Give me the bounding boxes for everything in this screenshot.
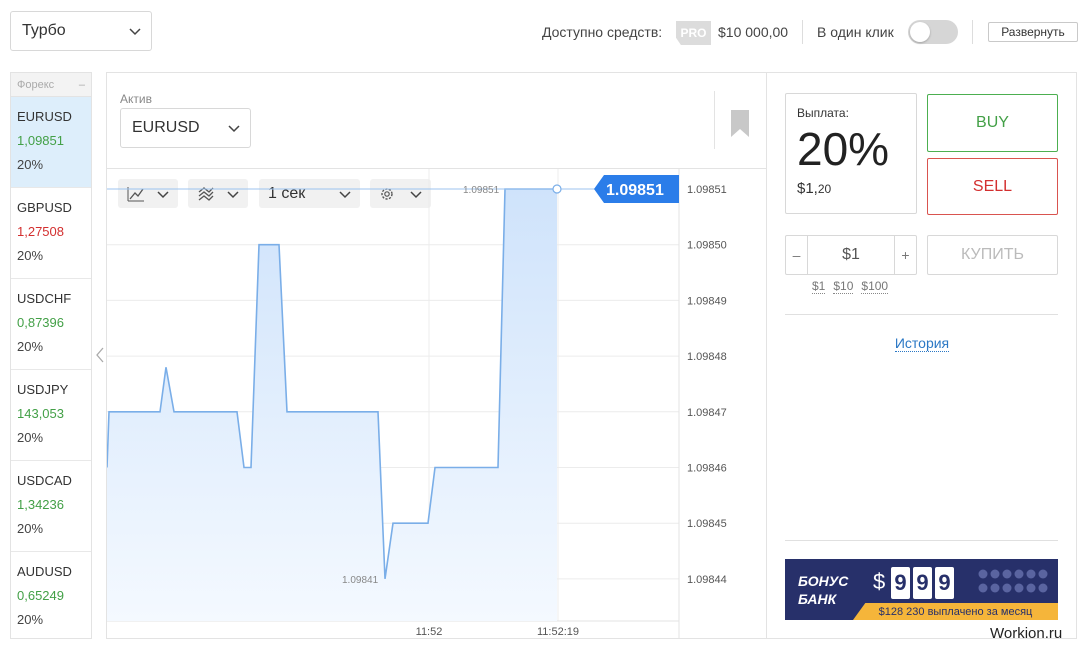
asset-price: 1,34236 [17, 497, 64, 512]
payout-amount-main: $1, [797, 180, 818, 197]
sell-button[interactable]: SELL [927, 158, 1058, 215]
asset-item-gbpusd[interactable]: GBPUSD 1,27508 20% [11, 188, 91, 279]
asset-price: 1,27508 [17, 224, 64, 239]
payout-amount: $1,20 [797, 180, 916, 197]
buy-button[interactable]: BUY [927, 94, 1058, 152]
pro-badge[interactable]: PRO [676, 21, 711, 45]
asset-price: 143,053 [17, 406, 64, 421]
asset-item-audusd[interactable]: AUDUSD 0,65249 20% [11, 552, 91, 638]
divider [785, 540, 1058, 541]
asset-price: 1,09851 [17, 133, 64, 148]
y-tick-label: 1.09846 [687, 463, 727, 475]
history-link[interactable]: История [767, 335, 1077, 352]
chevron-down-icon [228, 125, 240, 133]
quick-amount-10[interactable]: $10 [833, 279, 854, 294]
asset-payout: 20% [17, 339, 44, 354]
purchase-button[interactable]: КУПИТЬ [927, 235, 1058, 275]
bonus-title-line1: БОНУС [798, 573, 849, 589]
quick-amounts: $1 $10 $100 [812, 279, 889, 294]
asset-payout: 20% [17, 521, 44, 536]
y-tick-label: 1.09849 [687, 295, 727, 307]
payout-label: Выплата: [797, 106, 849, 120]
divider [802, 20, 803, 44]
asset-select-value: EURUSD [132, 119, 200, 136]
asset-list: Форекс – EURUSD 1,09851 20% GBPUSD 1,27508 20… [10, 72, 92, 639]
chart-panel: Актив EURUSD 1 сек 1.09851 1.09850 1.09849… [106, 72, 768, 639]
trade-panel: Выплата: 20% $1,20 BUY SELL – $1 + КУПИТ… [767, 72, 1077, 639]
funds-label: Доступно средств: [542, 24, 663, 40]
x-tick-label: 11:52:19 [537, 626, 579, 638]
stars-decoration-icon [978, 569, 1048, 593]
x-tick-label: 11:52 [416, 626, 443, 638]
divider [714, 91, 715, 149]
funds-value: $10 000,00 [718, 24, 789, 40]
decrease-button[interactable]: – [786, 236, 807, 274]
toggle-knob [910, 22, 930, 42]
asset-price: 0,87396 [17, 315, 64, 330]
watermark: Workion.ru [990, 625, 1063, 642]
asset-name: AUDUSD [17, 564, 72, 579]
y-tick-label: 1.09844 [687, 574, 727, 586]
mode-select[interactable]: Турбо [10, 11, 152, 51]
bonus-payout-strip: $128 230 выплачено за месяц [853, 603, 1058, 620]
asset-name: USDCHF [17, 291, 72, 306]
asset-name: USDJPY [17, 382, 69, 397]
payout-amount-cents: 20 [817, 182, 832, 196]
y-tick-label: 1.09845 [687, 518, 727, 530]
one-click-toggle[interactable] [908, 20, 958, 44]
payout-percent: 20% [797, 123, 890, 175]
mode-select-value: Турбо [22, 22, 66, 39]
amount-stepper: – $1 + [785, 235, 917, 275]
asset-item-usdjpy[interactable]: USDJPY 143,053 20% [11, 370, 91, 461]
bookmark-icon[interactable] [731, 110, 749, 137]
bonus-bank-banner[interactable]: БОНУС БАНК $ 9 9 9 $128 230 выплачено за… [785, 559, 1058, 620]
bonus-digit: 9 [935, 567, 954, 599]
y-tick-label: 1.09848 [687, 351, 727, 363]
asset-payout: 20% [17, 248, 44, 263]
payout-box: Выплата: 20% $1,20 [785, 93, 917, 214]
chevron-down-icon [129, 28, 141, 36]
asset-payout: 20% [17, 430, 44, 445]
asset-item-usdchf[interactable]: USDCHF 0,87396 20% [11, 279, 91, 370]
bonus-digit: 9 [891, 567, 910, 599]
asset-price: 0,65249 [17, 588, 64, 603]
price-area [107, 189, 557, 621]
y-tick-label: 1.09850 [687, 240, 727, 252]
asset-payout: 20% [17, 157, 44, 172]
high-label: 1.09851 [463, 185, 500, 196]
asset-name: EURUSD [17, 109, 72, 124]
low-label: 1.09841 [342, 575, 379, 586]
amount-input[interactable]: $1 [807, 236, 895, 274]
price-chart[interactable]: 1.09851 1.09850 1.09849 1.09848 1.09847 1.098… [107, 169, 766, 639]
current-price-dot [552, 184, 562, 194]
increase-button[interactable]: + [895, 236, 916, 274]
bonus-dollar: $ [873, 569, 886, 594]
y-tick-label: 1.09851 [687, 184, 727, 196]
asset-item-eurusd[interactable]: EURUSD 1,09851 20% [11, 97, 91, 188]
collapse-icon[interactable]: – [79, 79, 85, 91]
bonus-title-line2: БАНК [798, 591, 837, 607]
current-price-label: 1.09851 [606, 182, 664, 199]
one-click-label: В один клик [817, 24, 894, 40]
chevron-left-icon[interactable] [94, 346, 106, 364]
bonus-digit: 9 [913, 567, 932, 599]
divider [972, 20, 973, 44]
asset-payout: 20% [17, 612, 44, 627]
bonus-title: БОНУС БАНК [798, 572, 848, 608]
asset-name: GBPUSD [17, 200, 72, 215]
asset-group-header[interactable]: Форекс – [11, 73, 91, 97]
history-link-label: История [894, 335, 950, 352]
expand-button[interactable]: Развернуть [988, 22, 1078, 42]
asset-item-usdcad[interactable]: USDCAD 1,34236 20% [11, 461, 91, 552]
y-tick-label: 1.09847 [687, 407, 727, 419]
asset-name: USDCAD [17, 473, 72, 488]
quick-amount-100[interactable]: $100 [861, 279, 889, 294]
divider [785, 314, 1058, 315]
quick-amount-1[interactable]: $1 [812, 279, 826, 294]
asset-select[interactable]: EURUSD [120, 108, 251, 148]
asset-label: Актив [120, 92, 152, 106]
asset-group-label: Форекс [17, 78, 55, 91]
